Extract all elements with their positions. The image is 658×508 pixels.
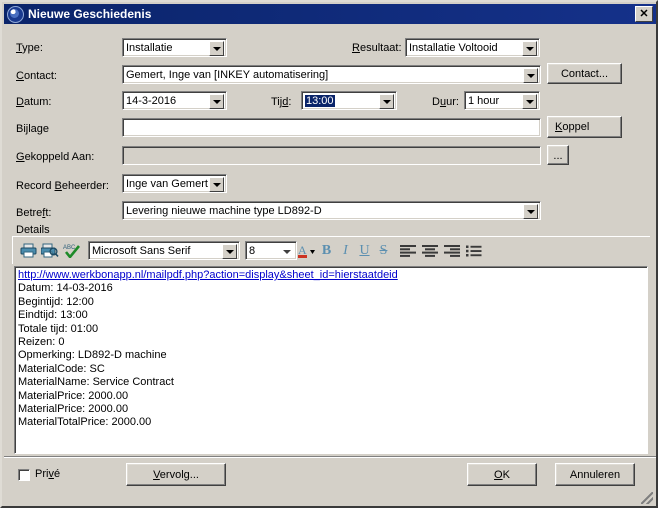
contact-button[interactable]: Contact... bbox=[547, 63, 622, 84]
strikethrough-button[interactable]: S bbox=[374, 241, 393, 261]
editor-line: Opmerking: LD892-D machine bbox=[18, 349, 167, 362]
prive-label: Privé bbox=[35, 468, 61, 480]
chevron-down-icon[interactable] bbox=[522, 94, 537, 109]
type-value: Installatie bbox=[126, 41, 173, 54]
font-name-value: Microsoft Sans Serif bbox=[92, 244, 191, 257]
chevron-down-icon[interactable] bbox=[209, 41, 224, 56]
vervolg-button[interactable]: Vervolg... bbox=[126, 463, 226, 486]
betreft-label: Betreft: bbox=[16, 207, 52, 219]
contact-combo[interactable]: Gemert, Inge van [INKEY automatisering] bbox=[122, 65, 541, 84]
font-size-combo[interactable]: 8 bbox=[245, 241, 297, 260]
koppel-button[interactable]: Koppel bbox=[547, 116, 622, 138]
ok-button-label: OK bbox=[494, 468, 510, 481]
duur-label: Duur: bbox=[432, 96, 459, 108]
gekoppeld-label: Gekoppeld Aan: bbox=[16, 151, 95, 163]
print-icon[interactable] bbox=[17, 241, 39, 261]
chevron-down-icon[interactable] bbox=[209, 177, 224, 192]
editor-line: MaterialPrice: 2000.00 bbox=[18, 389, 129, 402]
formatting-toolbar: ABC Microsoft Sans Serif 8 A B I U S bbox=[12, 236, 650, 264]
tijd-combo[interactable]: 13:00 bbox=[301, 91, 397, 110]
close-icon[interactable]: ✕ bbox=[635, 6, 653, 22]
contact-button-label: Contact... bbox=[560, 67, 609, 80]
italic-button[interactable]: I bbox=[336, 241, 355, 261]
bold-button[interactable]: B bbox=[317, 241, 336, 261]
editor-body: Datum: 14-03-2016 Begintijd: 12:00 Eindtij… bbox=[18, 282, 644, 429]
chevron-down-icon[interactable] bbox=[209, 94, 224, 109]
editor-line: MaterialTotalPrice: 2000.00 bbox=[18, 416, 152, 429]
resize-grip[interactable] bbox=[641, 492, 653, 504]
browse-button-label: ... bbox=[553, 150, 563, 162]
betreft-combo[interactable]: Levering nieuwe machine type LD892-D bbox=[122, 201, 541, 220]
beheerder-value: Inge van Gemert bbox=[126, 177, 208, 190]
ok-button[interactable]: OK bbox=[467, 463, 537, 486]
svg-text:A: A bbox=[298, 243, 307, 257]
vervolg-button-label: Vervolg... bbox=[153, 468, 199, 481]
chevron-down-icon[interactable] bbox=[523, 204, 538, 219]
editor-line: Eindtijd: 13:00 bbox=[18, 309, 88, 322]
font-name-combo[interactable]: Microsoft Sans Serif bbox=[88, 241, 240, 260]
cancel-button[interactable]: Annuleren bbox=[555, 463, 635, 486]
align-center-icon[interactable] bbox=[419, 241, 441, 261]
chevron-down-icon[interactable] bbox=[279, 244, 294, 259]
resultaat-combo[interactable]: Installatie Voltooid bbox=[405, 38, 540, 57]
print-preview-icon[interactable] bbox=[39, 241, 61, 261]
chevron-down-icon[interactable] bbox=[523, 68, 538, 83]
type-label: Type: bbox=[16, 42, 43, 54]
title-bar: Nieuwe Geschiedenis ✕ bbox=[4, 4, 656, 24]
align-left-icon[interactable] bbox=[397, 241, 419, 261]
font-size-value: 8 bbox=[249, 244, 256, 257]
font-color-icon[interactable]: A bbox=[297, 241, 317, 261]
details-label: Details bbox=[16, 224, 50, 236]
contact-value: Gemert, Inge van [INKEY automatisering] bbox=[126, 68, 329, 81]
resultaat-value: Installatie Voltooid bbox=[409, 41, 498, 54]
bullet-list-icon[interactable] bbox=[463, 241, 485, 261]
tijd-value: 13:00 bbox=[305, 94, 335, 107]
details-editor[interactable]: http://www.werkbonapp.nl/mailpdf.php?act… bbox=[14, 266, 648, 454]
betreft-value: Levering nieuwe machine type LD892-D bbox=[126, 204, 322, 217]
koppel-button-label: Koppel bbox=[555, 121, 590, 133]
globe-icon bbox=[7, 5, 24, 23]
tijd-label: Tijd: bbox=[271, 96, 292, 108]
gekoppeld-input bbox=[122, 146, 541, 165]
datum-value: 14-3-2016 bbox=[126, 94, 177, 107]
editor-line: Totale tijd: 01:00 bbox=[18, 322, 99, 335]
editor-line: MaterialName: Service Contract bbox=[18, 376, 174, 389]
footer-divider bbox=[4, 456, 656, 458]
beheerder-combo[interactable]: Inge van Gemert bbox=[122, 174, 227, 193]
editor-line: Datum: 14-03-2016 bbox=[18, 282, 113, 295]
datum-combo[interactable]: 14-3-2016 bbox=[122, 91, 227, 110]
duur-value: 1 hour bbox=[468, 94, 500, 107]
editor-link[interactable]: http://www.werkbonapp.nl/mailpdf.php?act… bbox=[18, 269, 644, 282]
window-title: Nieuwe Geschiedenis bbox=[28, 7, 152, 21]
browse-button[interactable]: ... bbox=[547, 145, 569, 165]
type-combo[interactable]: Installatie bbox=[122, 38, 227, 57]
contact-label: Contact: bbox=[16, 70, 57, 82]
bijlage-input[interactable] bbox=[122, 118, 541, 137]
underline-button[interactable]: U bbox=[355, 241, 374, 261]
editor-line: MaterialPrice: 2000.00 bbox=[18, 403, 129, 416]
duur-combo[interactable]: 1 hour bbox=[464, 91, 540, 110]
beheerder-label: Record Beheerder: bbox=[16, 180, 109, 192]
resultaat-label: Resultaat: bbox=[352, 42, 402, 54]
editor-line: MaterialCode: SC bbox=[18, 362, 105, 375]
spellcheck-icon[interactable]: ABC bbox=[61, 241, 83, 261]
align-right-icon[interactable] bbox=[441, 241, 463, 261]
chevron-down-icon[interactable] bbox=[222, 244, 237, 259]
chevron-down-icon[interactable] bbox=[522, 41, 537, 56]
chevron-down-icon[interactable] bbox=[379, 94, 394, 109]
prive-checkbox[interactable] bbox=[18, 469, 30, 481]
datum-label: Datum: bbox=[16, 96, 52, 108]
editor-line: Reizen: 0 bbox=[18, 336, 65, 349]
dialog-window: Nieuwe Geschiedenis ✕ Type: Installatie … bbox=[0, 0, 658, 508]
bijlage-label: Bijlage bbox=[16, 123, 50, 135]
editor-line: Begintijd: 12:00 bbox=[18, 295, 94, 308]
